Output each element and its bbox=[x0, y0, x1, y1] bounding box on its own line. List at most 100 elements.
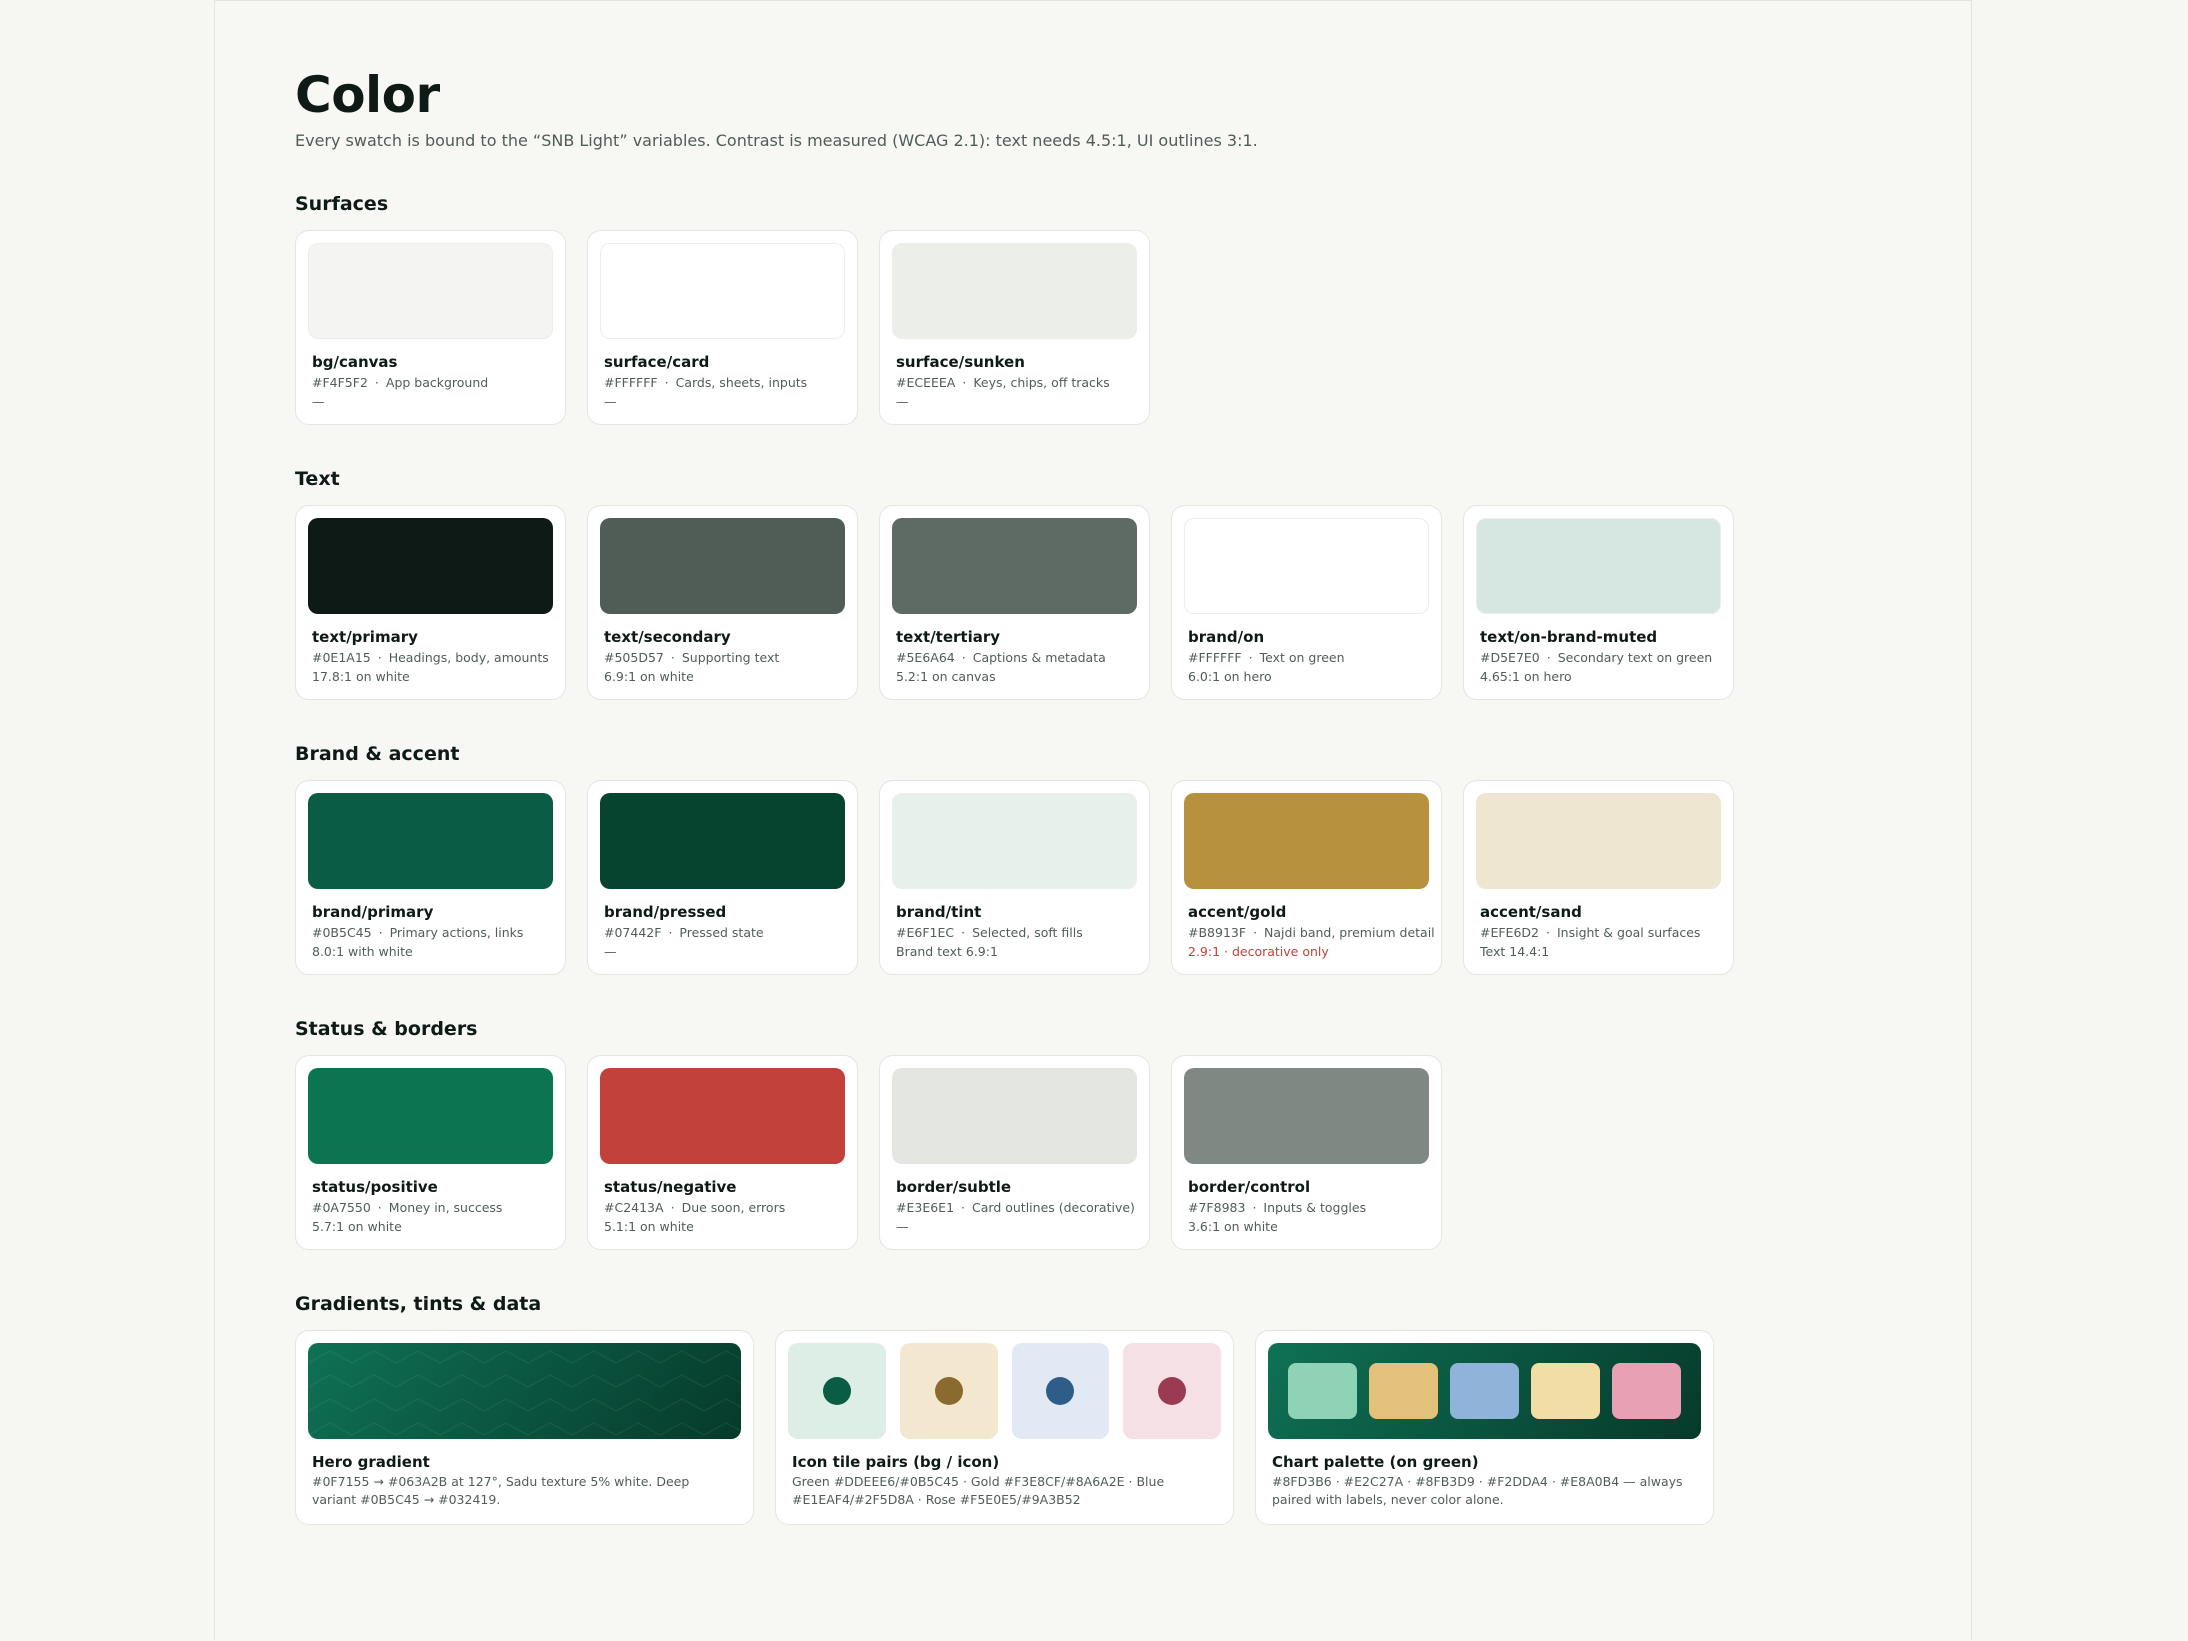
color-swatch bbox=[1184, 793, 1429, 889]
token-name: surface/card bbox=[604, 353, 710, 371]
circle-icon bbox=[1046, 1377, 1075, 1405]
contrast-text: 8.0:1 with white bbox=[312, 944, 413, 959]
hex-value: #EFE6D2 bbox=[1480, 925, 1539, 940]
token-description: #F4F5F2 · App background bbox=[312, 373, 549, 392]
usage-text: Insight & goal surfaces bbox=[1556, 925, 1701, 940]
contrast-text: 5.1:1 on white bbox=[604, 1219, 694, 1234]
hex-value: #F4F5F2 bbox=[312, 375, 368, 390]
swatch-row: text/primary #0E1A15 · Headings, body, amou… bbox=[295, 505, 1895, 700]
usage-text: Card outlines (decorative) bbox=[972, 1200, 1135, 1215]
token-description: #ECEEEA · Keys, chips, off tracks bbox=[896, 373, 1133, 392]
section-surfaces: Surfaces bg/canvas #F4F5F2 · App background —… bbox=[295, 192, 1895, 425]
section-text: Text text/primary #0E1A15 · Headings, body, … bbox=[295, 467, 1895, 700]
separator: · bbox=[1253, 925, 1258, 940]
contrast-text: Text 14.4:1 bbox=[1480, 944, 1550, 959]
token-name: text/on-brand-muted bbox=[1480, 628, 1658, 646]
separator: · bbox=[670, 1200, 675, 1215]
token-description: #7F8983 · Inputs & toggles bbox=[1188, 1198, 1425, 1217]
separator: · bbox=[668, 925, 673, 940]
usage-text: Captions & metadata bbox=[972, 650, 1106, 665]
icon-tile bbox=[1123, 1343, 1221, 1439]
token-name: brand/on bbox=[1188, 628, 1265, 646]
swatch-card: text/tertiary #5E6A64 · Captions & metadata… bbox=[879, 505, 1150, 700]
separator: · bbox=[961, 1200, 966, 1215]
palette-chip bbox=[1531, 1363, 1600, 1419]
chart-palette-swatch bbox=[1268, 1343, 1701, 1439]
hero-gradient-card: Hero gradient #0F7155 → #063A2B at 127°,… bbox=[295, 1330, 754, 1525]
token-name: border/subtle bbox=[896, 1178, 1012, 1196]
section-gradients: Gradients, tints & data Hero gradient #0… bbox=[295, 1292, 1895, 1525]
usage-text: Najdi band, premium detail bbox=[1264, 925, 1435, 940]
contrast-text: 6.0:1 on hero bbox=[1188, 669, 1272, 684]
swatch-card: surface/sunken #ECEEEA · Keys, chips, off t… bbox=[879, 230, 1150, 425]
swatch-row: brand/primary #0B5C45 · Primary actions, li… bbox=[295, 780, 1895, 975]
hex-value: #FFFFFF bbox=[1188, 650, 1242, 665]
icon-tiles-card: Icon tile pairs (bg / icon) Green #DDEEE… bbox=[775, 1330, 1234, 1525]
token-description: #0B5C45 · Primary actions, links bbox=[312, 923, 549, 942]
token-name: border/control bbox=[1188, 1178, 1311, 1196]
color-swatch bbox=[892, 518, 1137, 614]
icon-tiles bbox=[788, 1343, 1221, 1439]
color-swatch bbox=[1184, 1068, 1429, 1164]
hex-value: #C2413A bbox=[604, 1200, 664, 1215]
token-name: accent/gold bbox=[1188, 903, 1287, 921]
color-docs-page: Color Every swatch is bound to the “SNB … bbox=[214, 0, 1972, 1640]
section-status-borders: Status & borders status/positive #0A7550 · M… bbox=[295, 1017, 1895, 1250]
hex-value: #0E1A15 bbox=[312, 650, 371, 665]
token-description: #E6F1EC · Selected, soft fills bbox=[896, 923, 1133, 942]
color-swatch bbox=[892, 243, 1137, 339]
usage-text: Pressed state bbox=[679, 925, 764, 940]
gradients-row: Hero gradient #0F7155 → #063A2B at 127°,… bbox=[295, 1330, 1895, 1525]
swatch-card: text/primary #0E1A15 · Headings, body, amou… bbox=[295, 505, 566, 700]
separator: · bbox=[1546, 925, 1550, 940]
palette-chip bbox=[1369, 1363, 1438, 1419]
hero-gradient-swatch bbox=[308, 1343, 741, 1439]
palette-chip bbox=[1450, 1363, 1519, 1419]
token-name: status/positive bbox=[312, 1178, 438, 1196]
hex-value: #ECEEEA bbox=[896, 375, 956, 390]
usage-text: Primary actions, links bbox=[389, 925, 524, 940]
usage-text: App background bbox=[385, 375, 489, 390]
usage-text: Supporting text bbox=[681, 650, 780, 665]
token-name: text/secondary bbox=[604, 628, 731, 646]
card-description: Green #DDEEE6/#0B5C45 · Gold #F3E8CF/#8A… bbox=[792, 1474, 1165, 1507]
contrast-text: 5.7:1 on white bbox=[312, 1219, 402, 1234]
section-title: Status & borders bbox=[295, 1018, 478, 1040]
token-description: #0A7550 · Money in, success bbox=[312, 1198, 549, 1217]
card-name: Icon tile pairs (bg / icon) bbox=[792, 1453, 1000, 1471]
palette-chip bbox=[1612, 1363, 1681, 1419]
contrast-text: 6.9:1 on white bbox=[604, 669, 694, 684]
color-swatch bbox=[600, 793, 845, 889]
hex-value: #5E6A64 bbox=[896, 650, 955, 665]
contrast-text: — bbox=[604, 944, 617, 959]
usage-text: Inputs & toggles bbox=[1263, 1200, 1367, 1215]
swatch-card: text/on-brand-muted #D5E7E0 · Secondary tex… bbox=[1463, 505, 1734, 700]
color-swatch bbox=[308, 793, 553, 889]
usage-text: Keys, chips, off tracks bbox=[973, 375, 1110, 390]
color-swatch bbox=[600, 1068, 845, 1164]
usage-text: Secondary text on green bbox=[1557, 650, 1713, 665]
token-description: #D5E7E0 · Secondary text on green bbox=[1480, 648, 1717, 667]
hex-value: #E3E6E1 bbox=[896, 1200, 955, 1215]
hex-value: #0B5C45 bbox=[312, 925, 372, 940]
icon-tile bbox=[788, 1343, 886, 1439]
token-description: #FFFFFF · Cards, sheets, inputs bbox=[604, 373, 841, 392]
token-description: #EFE6D2 · Insight & goal surfaces bbox=[1480, 923, 1717, 942]
token-name: text/tertiary bbox=[896, 628, 1001, 646]
swatch-row: status/positive #0A7550 · Money in, success… bbox=[295, 1055, 1895, 1250]
swatch-card: text/secondary #505D57 · Supporting text 6.9… bbox=[587, 505, 858, 700]
color-swatch bbox=[600, 243, 845, 339]
color-swatch bbox=[308, 518, 553, 614]
token-description: #0E1A15 · Headings, body, amounts bbox=[312, 648, 549, 667]
separator: · bbox=[1546, 650, 1551, 665]
color-swatch bbox=[1476, 518, 1721, 614]
separator: · bbox=[670, 650, 675, 665]
separator: · bbox=[1248, 650, 1253, 665]
swatch-card: surface/card #FFFFFF · Cards, sheets, input… bbox=[587, 230, 858, 425]
swatch-card: border/subtle #E3E6E1 · Card outlines (deco… bbox=[879, 1055, 1150, 1250]
usage-text: Cards, sheets, inputs bbox=[675, 375, 808, 390]
usage-text: Money in, success bbox=[388, 1200, 503, 1215]
color-swatch bbox=[308, 243, 553, 339]
color-swatch bbox=[308, 1068, 553, 1164]
separator: · bbox=[664, 375, 669, 390]
